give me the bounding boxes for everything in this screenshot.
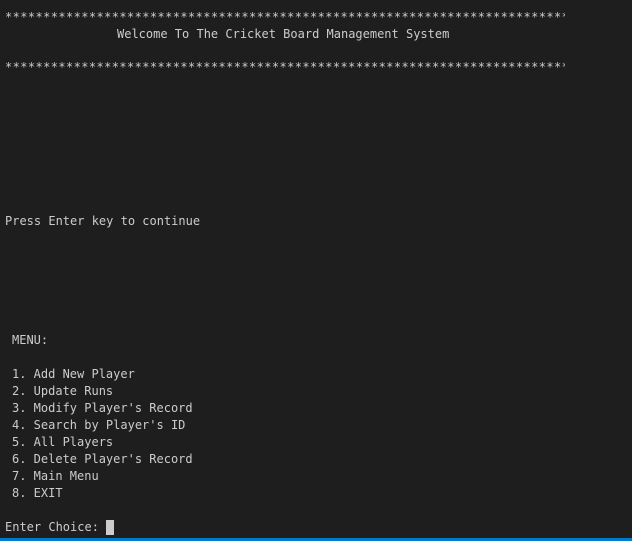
menu-item-add-new-player: 1. Add New Player [12, 367, 135, 381]
menu-item-update-runs: 2. Update Runs [12, 384, 114, 398]
menu-list: 1. Add New Player 2. Update Runs 3. Modi… [12, 366, 193, 502]
press-enter-message: Press Enter key to continue [5, 214, 201, 228]
banner-stars-bottom: ****************************************… [5, 60, 565, 74]
banner-title: Welcome To The Cricket Board Management … [117, 27, 450, 41]
menu-item-all-players: 5. All Players [12, 435, 114, 449]
input-prompt-line[interactable]: Enter Choice: [5, 519, 114, 536]
menu-item-modify-record: 3. Modify Player's Record [12, 401, 193, 415]
terminal-window[interactable]: ****************************************… [0, 0, 632, 541]
menu-item-exit: 8. EXIT [12, 486, 63, 500]
text-cursor[interactable] [105, 520, 114, 535]
menu-item-main-menu: 7. Main Menu [12, 469, 99, 483]
menu-item-search-by-id: 4. Search by Player's ID [12, 418, 186, 432]
menu-item-delete-record: 6. Delete Player's Record [12, 452, 193, 466]
banner-stars-top: ****************************************… [5, 10, 565, 24]
prompt-label: Enter Choice: [5, 520, 99, 534]
menu-title: MENU: [12, 333, 49, 347]
